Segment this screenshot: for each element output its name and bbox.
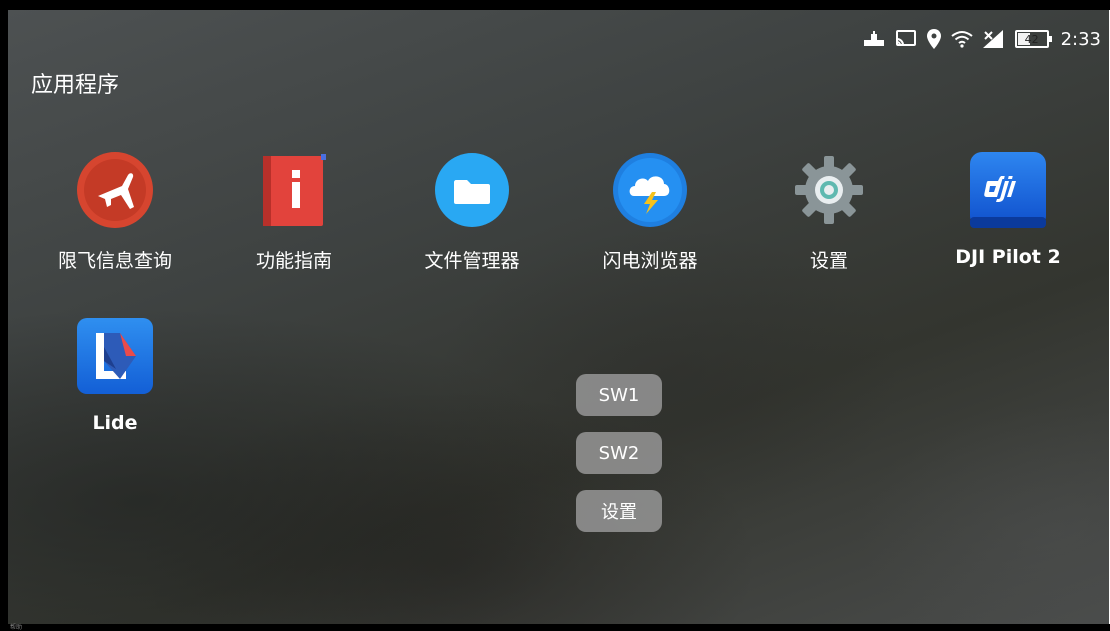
app-file-manager[interactable]: 文件管理器 (392, 150, 552, 273)
app-label: Lide (92, 412, 138, 434)
app-label: 设置 (809, 250, 848, 272)
sw1-button[interactable]: SW1 (576, 374, 662, 416)
info-book-icon (254, 150, 334, 230)
battery-cap (1048, 36, 1052, 42)
app-label: 闪电浏览器 (602, 250, 698, 272)
home-screen: 42 2:33 应用程序 限飞信息查询 功能指南 文件管理器 闪电浏览器 设置 … (8, 10, 1109, 624)
section-title: 应用程序 (31, 73, 120, 98)
airplane-icon (75, 150, 155, 230)
signal-icon (982, 30, 1005, 48)
settings-button[interactable]: 设置 (576, 490, 662, 532)
app-label: DJI Pilot 2 (955, 246, 1061, 268)
cast-icon (895, 30, 917, 48)
battery-icon: 42 (1014, 30, 1052, 48)
app-label: 限飞信息查询 (57, 250, 172, 272)
folder-icon (432, 150, 512, 230)
app-lide[interactable]: Lide (35, 316, 195, 434)
battery-level: 42 (1024, 32, 1039, 46)
gear-icon (789, 150, 869, 230)
app-label: 文件管理器 (424, 250, 520, 272)
clock: 2:33 (1060, 28, 1101, 50)
app-dji-pilot-2[interactable]: DJI Pilot 2 (928, 150, 1088, 268)
sw2-button[interactable]: SW2 (576, 432, 662, 474)
status-bar: 42 2:33 (863, 20, 1101, 58)
app-label: 功能指南 (255, 250, 332, 272)
app-function-guide[interactable]: 功能指南 (214, 150, 374, 273)
lightning-cloud-icon (610, 150, 690, 230)
app-restricted-flight[interactable]: 限飞信息查询 (35, 150, 195, 273)
usb-icon (863, 31, 885, 47)
location-icon (926, 29, 941, 49)
dji-logo-icon (968, 150, 1048, 230)
bottom-border (0, 624, 1110, 631)
app-flash-browser[interactable]: 闪电浏览器 (570, 150, 730, 273)
top-border (0, 0, 1110, 10)
wifi-icon (950, 30, 973, 48)
app-settings[interactable]: 设置 (749, 150, 909, 273)
bottom-note: 帮助 (10, 624, 23, 631)
lide-logo-icon (75, 316, 155, 396)
left-border (0, 0, 8, 631)
